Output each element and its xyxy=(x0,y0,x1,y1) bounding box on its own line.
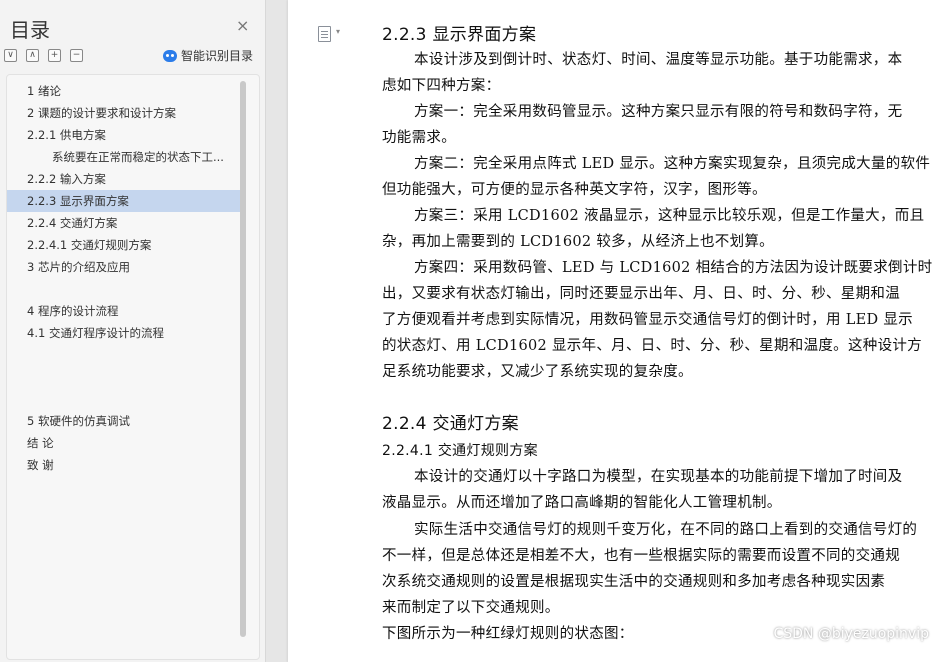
paragraph-line: 实际生活中交通信号灯的规则千变万化，在不同的路口上看到的交通信号灯的 xyxy=(414,522,918,538)
smart-toc-button[interactable]: 智能识别目录 xyxy=(163,47,253,64)
smart-toc-label: 智能识别目录 xyxy=(181,49,254,63)
remove-heading-icon[interactable]: − xyxy=(70,49,83,62)
section-heading: 2.2.4 交通灯方案 xyxy=(382,414,519,434)
add-heading-icon[interactable]: + xyxy=(48,49,61,62)
paragraph-line: 方案三：采用 LCD1602 液晶显示，这种显示比较乐观，但是工作量大，而且 xyxy=(414,208,925,224)
paragraph-line: 但功能强大，可方便的显示各种英文字符，汉字，图形等。 xyxy=(382,182,767,198)
paragraph-line: 液晶显示。从而还增加了路口高峰期的智能化人工管理机制。 xyxy=(382,495,782,511)
paragraph-line: 的状态灯、用 LCD1602 显示年、月、日、时、分、秒、星期和温度。这种设计方 xyxy=(382,338,922,354)
toc-item[interactable]: 2.2.4.1 交通灯规则方案 xyxy=(7,234,240,256)
toc-item[interactable]: 2.2.2 输入方案 xyxy=(7,168,240,190)
toc-item[interactable]: 系统要在正常而稳定的状态下工... xyxy=(7,146,240,168)
paragraph-line: 功能需求。 xyxy=(382,130,456,146)
toc-scrollbar[interactable] xyxy=(240,81,246,637)
robot-icon xyxy=(163,49,177,62)
toc-item[interactable]: 致 谢 xyxy=(7,454,240,476)
toc-item[interactable]: 5 软硬件的仿真调试 xyxy=(7,410,240,432)
watermark: CSDN @biyezuopinvip xyxy=(773,626,929,642)
toc-list: 1 绪论 2 课题的设计要求和设计方案 2.2.1 供电方案 系统要在正常而稳定… xyxy=(6,74,260,660)
paragraph-line: 方案四：采用数码管、LED 与 LCD1602 相结合的方法因为设计既要求倒计时 xyxy=(414,260,933,276)
toc-panel: 目录 × ∨ ∧ + − 智能识别目录 1 绪论 2 课题的设计要求和设计方案 … xyxy=(0,0,266,662)
toc-item[interactable]: 2.2.4 交通灯方案 xyxy=(7,212,240,234)
paragraph-line: 不一样，但是总体还是相差不大，也有一些根据实际的需要而设置不同的交通规 xyxy=(382,548,900,564)
toc-item[interactable]: 4 程序的设计流程 xyxy=(7,300,240,322)
toc-toolbar: ∨ ∧ + − xyxy=(4,49,83,62)
paragraph-line: 下图所示为一种红绿灯规则的状态图： xyxy=(382,626,634,642)
paragraph-line: 本设计涉及到倒计时、状态灯、时间、温度等显示功能。基于功能需求，本 xyxy=(414,52,903,68)
document-gutter xyxy=(266,0,288,662)
close-icon[interactable]: × xyxy=(236,18,249,34)
paragraph-line: 本设计的交通灯以十字路口为模型，在实现基本的功能前提下增加了时间及 xyxy=(414,469,903,485)
document-page[interactable]: ▾ 2.2.3 显示界面方案 本设计涉及到倒计时、状态灯、时间、温度等显示功能。… xyxy=(288,0,943,662)
toc-item[interactable]: 2.2.1 供电方案 xyxy=(7,124,240,146)
toc-item[interactable]: 4.1 交通灯程序设计的流程 xyxy=(7,322,240,344)
collapse-all-icon[interactable]: ∨ xyxy=(4,49,17,62)
expand-all-icon[interactable]: ∧ xyxy=(26,49,39,62)
paragraph-line: 出，又要求有状态灯输出，同时还要显示出年、月、日、时、分、秒、星期和温 xyxy=(382,286,900,302)
paragraph-line: 了方便观看并考虑到实际情况，用数码管显示交通信号灯的倒计时，用 LED 显示 xyxy=(382,312,913,328)
chevron-down-icon[interactable]: ▾ xyxy=(336,27,340,36)
paragraph-line: 来而制定了以下交通规则。 xyxy=(382,600,560,616)
paragraph-line: 杂，再加上需要到的 LCD1602 较多，从经济上也不划算。 xyxy=(382,234,774,250)
toc-item[interactable]: 3 芯片的介绍及应用 xyxy=(7,256,240,278)
document-icon[interactable] xyxy=(318,26,331,42)
toc-item[interactable]: 2 课题的设计要求和设计方案 xyxy=(7,102,240,124)
toc-item[interactable]: 结 论 xyxy=(7,432,240,454)
section-heading: 2.2.3 显示界面方案 xyxy=(382,25,537,45)
toc-title: 目录 xyxy=(10,18,50,42)
toc-item-active[interactable]: 2.2.3 显示界面方案 xyxy=(7,190,240,212)
paragraph-line: 足系统功能要求，又减少了系统实现的复杂度。 xyxy=(382,364,693,380)
paragraph-line: 次系统交通规则的设置是根据现实生活中的交通规则和多加考虑各种现实因素 xyxy=(382,574,886,590)
paragraph-line: 方案二：完全采用点阵式 LED 显示。这种方案实现复杂，且须完成大量的软件 xyxy=(414,156,931,172)
paragraph-line: 方案一：完全采用数码管显示。这种方案只显示有限的符号和数码字符，无 xyxy=(414,104,903,120)
paragraph-line: 虑如下四种方案： xyxy=(382,78,501,94)
subsection-heading: 2.2.4.1 交通灯规则方案 xyxy=(382,443,538,459)
toc-item[interactable]: 1 绪论 xyxy=(7,80,240,102)
